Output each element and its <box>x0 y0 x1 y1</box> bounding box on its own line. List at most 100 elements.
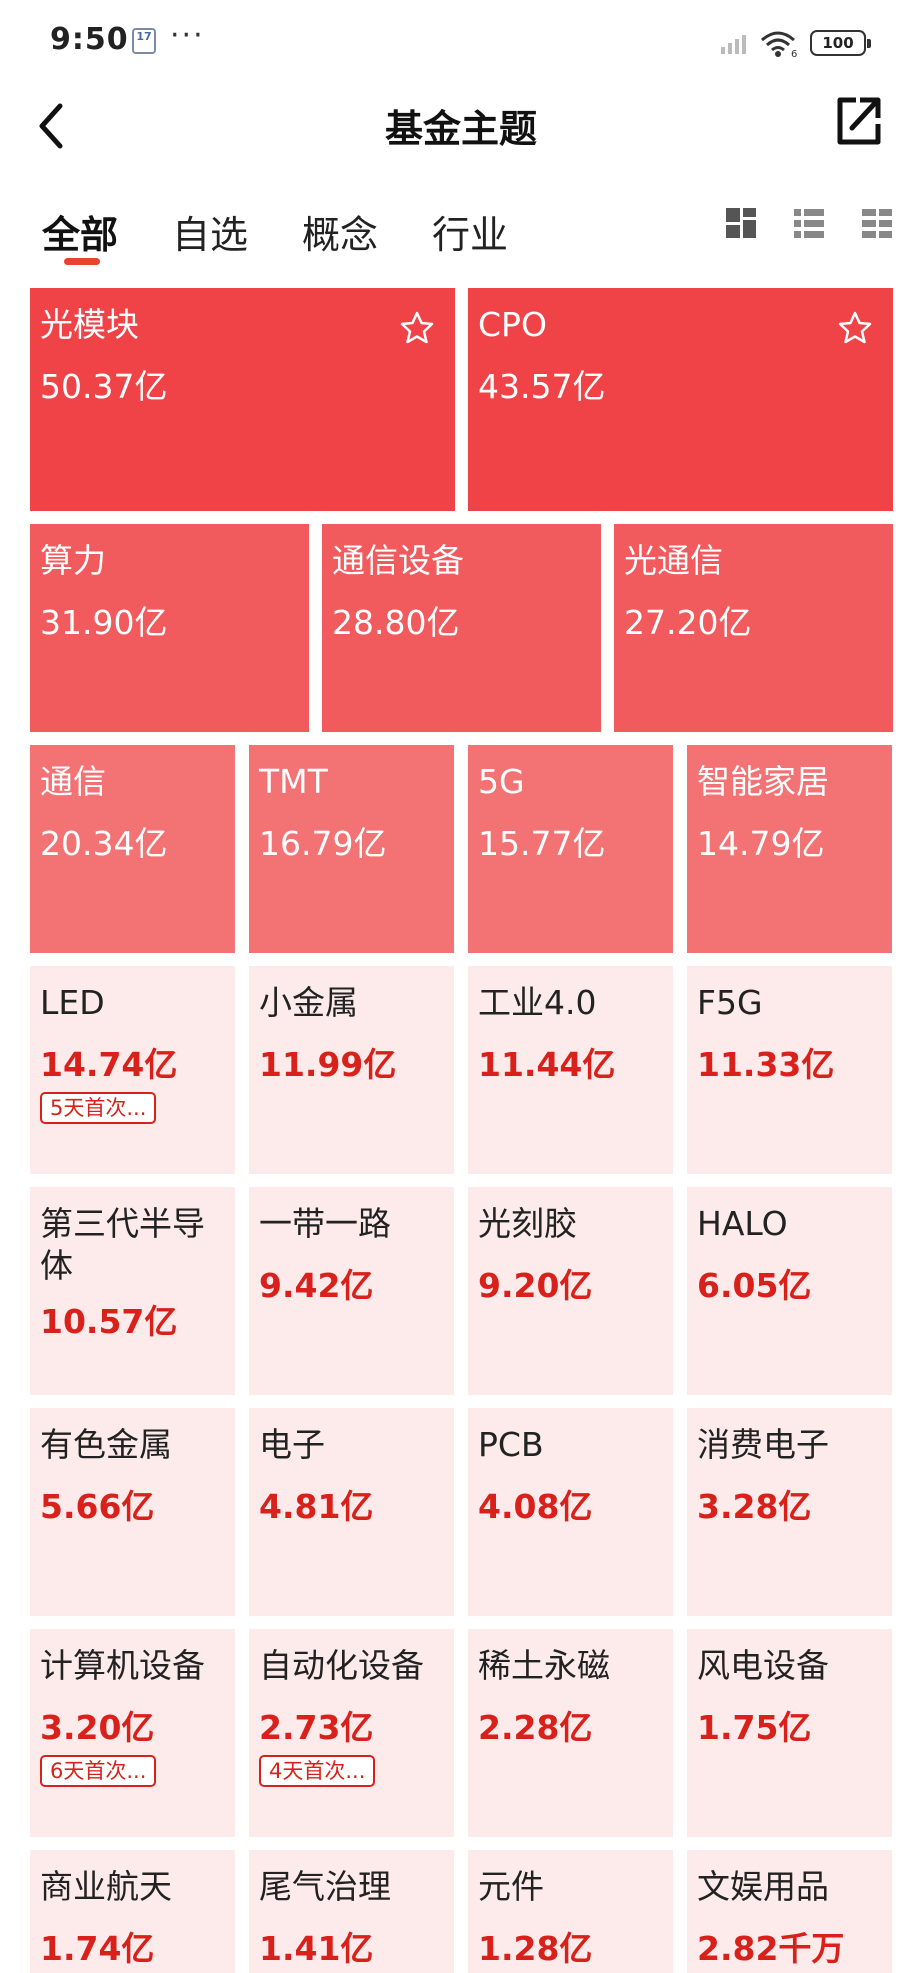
theme-value: 1.75亿 <box>697 1708 812 1747</box>
theme-tile[interactable]: F5G 11.33亿 <box>687 966 892 1174</box>
status-bar: 9:50 17 ··· 6 100 <box>0 0 922 80</box>
first-time-badge: 6天首次... <box>40 1755 157 1787</box>
view-switcher <box>724 206 894 240</box>
theme-tile[interactable]: 消费电子 3.28亿 <box>687 1408 892 1616</box>
theme-name: 文娱用品 <box>697 1867 829 1906</box>
theme-value: 2.73亿 <box>259 1708 374 1747</box>
theme-tile[interactable]: 电子 4.81亿 <box>249 1408 454 1616</box>
theme-value: 3.28亿 <box>697 1487 812 1526</box>
battery-icon: 100 <box>810 30 871 56</box>
theme-value: 14.79亿 <box>697 824 825 863</box>
theme-tile[interactable]: 文娱用品 2.82千万 <box>687 1850 892 1973</box>
theme-tile[interactable]: LED 14.74亿 5天首次... <box>30 966 235 1174</box>
more-notifications-icon: ··· <box>170 18 205 53</box>
theme-value: 11.44亿 <box>478 1045 616 1084</box>
theme-name: 元件 <box>478 1867 544 1906</box>
treemap-view-icon[interactable] <box>724 206 758 240</box>
theme-value: 4.08亿 <box>478 1487 593 1526</box>
theme-value: 11.99亿 <box>259 1045 397 1084</box>
theme-name: 光通信 <box>624 541 723 580</box>
theme-name: 消费电子 <box>697 1425 829 1464</box>
theme-tile[interactable]: 光通信 27.20亿 <box>614 524 893 732</box>
favorite-star-icon[interactable] <box>399 310 435 346</box>
theme-name: 通信设备 <box>332 541 464 580</box>
theme-value: 27.20亿 <box>624 603 752 642</box>
theme-tile[interactable]: 小金属 11.99亿 <box>249 966 454 1174</box>
theme-tile[interactable]: 工业4.0 11.44亿 <box>468 966 673 1174</box>
tab-watchlist[interactable]: 自选 <box>172 204 248 259</box>
theme-value: 9.42亿 <box>259 1266 374 1305</box>
theme-tile[interactable]: HALO 6.05亿 <box>687 1187 892 1395</box>
theme-tile[interactable]: 自动化设备 2.73亿 4天首次... <box>249 1629 454 1837</box>
page-title: 基金主题 <box>384 107 537 151</box>
theme-tile[interactable]: 通信 20.34亿 <box>30 745 235 953</box>
grid-view-icon[interactable] <box>860 206 894 240</box>
theme-tile[interactable]: 风电设备 1.75亿 <box>687 1629 892 1837</box>
theme-value: 50.37亿 <box>40 367 168 406</box>
theme-value: 2.28亿 <box>478 1708 593 1747</box>
theme-tile[interactable]: 算力 31.90亿 <box>30 524 309 732</box>
theme-value: 11.33亿 <box>697 1045 835 1084</box>
theme-name: F5G <box>697 983 763 1022</box>
theme-tile[interactable]: 元件 1.28亿 <box>468 1850 673 1973</box>
theme-name: 5G <box>478 762 525 801</box>
theme-value: 2.82千万 <box>697 1929 845 1968</box>
cellular-signal-icon <box>721 32 746 54</box>
share-icon[interactable] <box>830 88 886 152</box>
list-view-icon[interactable] <box>792 206 826 240</box>
theme-name: TMT <box>259 762 328 801</box>
theme-tile[interactable]: 5G 15.77亿 <box>468 745 673 953</box>
theme-value: 31.90亿 <box>40 603 168 642</box>
theme-tile[interactable]: 商业航天 1.74亿 <box>30 1850 235 1973</box>
theme-tile[interactable]: TMT 16.79亿 <box>249 745 454 953</box>
wifi-label: 6 <box>791 49 797 58</box>
app-header: 基金主题 <box>0 80 922 180</box>
theme-value: 3.20亿 <box>40 1708 155 1747</box>
wifi-icon: 6 <box>761 31 797 58</box>
theme-name: 工业4.0 <box>478 983 597 1022</box>
theme-tile[interactable]: 通信设备 28.80亿 <box>322 524 601 732</box>
theme-name: 光刻胶 <box>478 1204 577 1243</box>
theme-tile[interactable]: PCB 4.08亿 <box>468 1408 673 1616</box>
theme-name: 第三代半导体 <box>40 1204 205 1285</box>
active-tab-indicator <box>64 258 100 265</box>
theme-value: 43.57亿 <box>478 367 606 406</box>
theme-value: 5.66亿 <box>40 1487 155 1526</box>
theme-tile[interactable]: 尾气治理 1.41亿 <box>249 1850 454 1973</box>
theme-name: 通信 <box>40 762 106 801</box>
theme-value: 20.34亿 <box>40 824 168 863</box>
theme-name: 一带一路 <box>259 1204 391 1243</box>
theme-value: 4.81亿 <box>259 1487 374 1526</box>
theme-name: HALO <box>697 1204 788 1243</box>
category-tabs: 全部 自选 概念 行业 <box>0 190 922 280</box>
theme-tile[interactable]: 计算机设备 3.20亿 6天首次... <box>30 1629 235 1837</box>
theme-name: 有色金属 <box>40 1425 172 1464</box>
status-time: 9:50 <box>50 22 129 57</box>
theme-name: 风电设备 <box>697 1646 829 1685</box>
theme-tile[interactable]: CPO 43.57亿 <box>468 288 893 511</box>
calendar-notification-icon: 17 <box>132 28 156 54</box>
tab-industry[interactable]: 行业 <box>432 204 508 259</box>
favorite-star-icon[interactable] <box>837 310 873 346</box>
theme-tile[interactable]: 光模块 50.37亿 <box>30 288 455 511</box>
theme-name: 自动化设备 <box>259 1646 424 1685</box>
theme-value: 16.79亿 <box>259 824 387 863</box>
theme-tile[interactable]: 有色金属 5.66亿 <box>30 1408 235 1616</box>
theme-tile[interactable]: 第三代半导体 10.57亿 <box>30 1187 235 1395</box>
tab-concept[interactable]: 概念 <box>302 204 378 259</box>
theme-value: 14.74亿 <box>40 1045 178 1084</box>
theme-tile[interactable]: 光刻胶 9.20亿 <box>468 1187 673 1395</box>
first-time-badge: 4天首次... <box>259 1755 376 1787</box>
theme-tile[interactable]: 一带一路 9.42亿 <box>249 1187 454 1395</box>
theme-name: 小金属 <box>259 983 358 1022</box>
tab-all[interactable]: 全部 <box>42 204 118 259</box>
theme-name: 智能家居 <box>697 762 829 801</box>
theme-value: 1.28亿 <box>478 1929 593 1968</box>
theme-tile[interactable]: 智能家居 14.79亿 <box>687 745 892 953</box>
theme-name: 商业航天 <box>40 1867 172 1906</box>
theme-tile[interactable]: 稀土永磁 2.28亿 <box>468 1629 673 1837</box>
theme-value: 9.20亿 <box>478 1266 593 1305</box>
theme-value: 28.80亿 <box>332 603 460 642</box>
theme-name: 稀土永磁 <box>478 1646 610 1685</box>
theme-name: PCB <box>478 1425 544 1464</box>
